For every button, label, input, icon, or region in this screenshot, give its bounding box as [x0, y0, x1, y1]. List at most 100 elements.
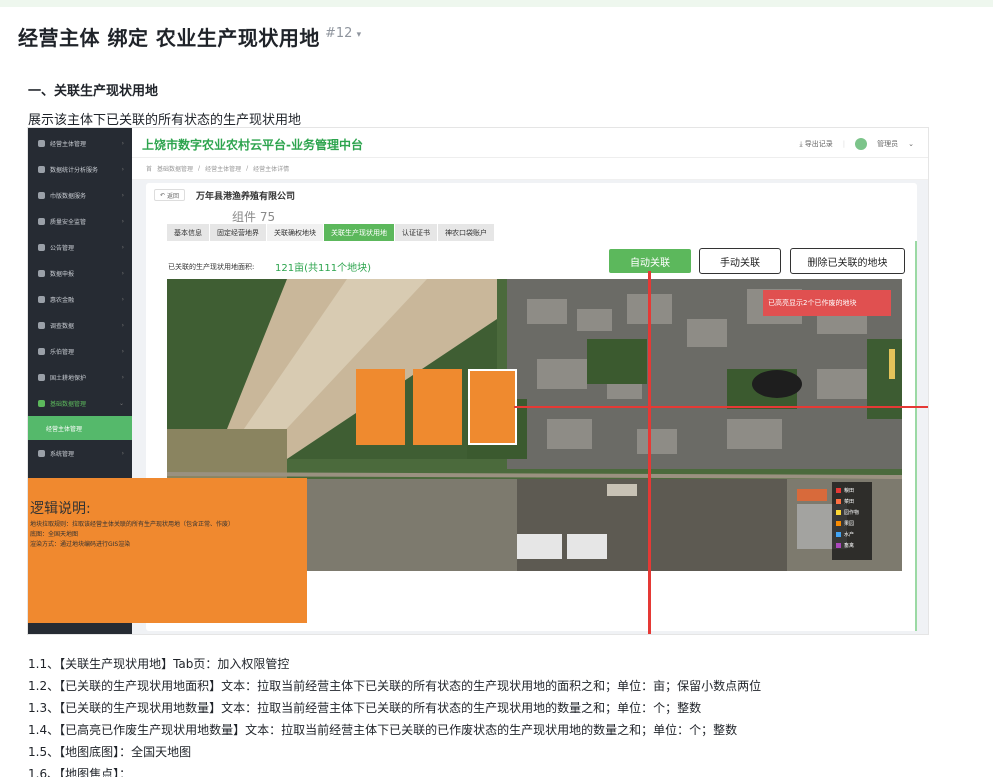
legend-swatch — [836, 543, 841, 548]
tab-pocket-account[interactable]: 神农口袋账户 — [438, 224, 495, 241]
breadcrumb-item[interactable]: 基础数据管理 — [157, 164, 193, 173]
highlighted-plot[interactable] — [468, 369, 517, 445]
data-icon — [38, 191, 45, 199]
shield-icon — [38, 217, 45, 225]
sidebar-item-finance[interactable]: 惠农金融 › — [28, 286, 132, 312]
sidebar-item-label: 经营主体管理 — [50, 140, 87, 148]
sidebar-item-subject[interactable]: 经营主体管理 › — [28, 130, 132, 156]
chevron-right-icon: › — [121, 347, 124, 355]
top-strip — [0, 0, 993, 7]
logic-note-title: 逻辑说明: — [30, 501, 91, 517]
manual-link-button[interactable]: 手动关联 — [699, 248, 781, 274]
tab-bar: 基本信息 固定经营地界 关联确权地块 关联生产现状用地 认证证书 神农口袋账户 — [167, 224, 495, 241]
download-record-button[interactable]: ⤓ 导出记录 — [799, 139, 832, 149]
sidebar-item-label: 调查数据 — [50, 322, 75, 330]
gear-icon — [38, 449, 45, 457]
breadcrumb-separator: / — [198, 165, 201, 172]
building-icon — [38, 139, 45, 147]
sidebar-item-data[interactable]: 巾版数据服务 › — [28, 182, 132, 208]
sidebar-item-basedata[interactable]: 基础数据管理 ⌄ — [28, 390, 132, 416]
issue-badge[interactable]: #12 ▾ — [325, 26, 361, 41]
avatar[interactable] — [855, 138, 868, 150]
tab-basic-info[interactable]: 基本信息 — [167, 224, 210, 241]
sidebar-item-label: 质量安全监管 — [50, 218, 87, 226]
back-arrow-icon: ↶ — [160, 191, 166, 199]
sidebar-item-label: 系统管理 — [50, 450, 75, 458]
legend-item: 水产 — [836, 529, 868, 540]
chevron-right-icon: › — [121, 295, 124, 303]
back-button[interactable]: ↶ 返回 — [154, 189, 185, 201]
sidebar-item-system[interactable]: 系统管理 › — [28, 440, 132, 466]
sidebar-item-label: 国土耕地保护 — [50, 374, 87, 382]
logic-note-line: 渲染方式：通过地块编码进行GIS渲染 — [30, 541, 131, 548]
breadcrumb-current: 经营主体详情 — [253, 166, 290, 173]
list-item: 1.1、【关联生产现状用地】Tab页：加入权限管控 — [28, 657, 290, 671]
legend-label: 水产 — [844, 532, 855, 538]
sidebar-item-notice[interactable]: 公告管理 › — [28, 234, 132, 260]
chevron-down-icon: ▾ — [356, 30, 362, 40]
sidebar-item-label: 惠农金融 — [50, 296, 75, 304]
survey-icon — [38, 321, 45, 329]
sidebar-subitem-subject-manage[interactable]: 经营主体管理 — [28, 416, 132, 440]
chevron-right-icon: › — [121, 217, 124, 225]
sidebar-item-label: 数据申报 — [50, 270, 75, 278]
sidebar-item-report[interactable]: 数据申报 › — [28, 260, 132, 286]
list-item: 1.6、【地图焦点】： — [28, 767, 132, 777]
legend-swatch — [836, 488, 841, 493]
back-button-label: 返回 — [166, 192, 179, 200]
legend-item: 畜禽 — [836, 540, 868, 551]
breadcrumb: 首 基础数据管理 / 经营主体管理 / 经营主体详情 — [132, 158, 928, 180]
manage-icon — [38, 347, 45, 355]
legend-item: 园作物 — [836, 507, 868, 518]
breadcrumb-item[interactable]: 经营主体管理 — [205, 164, 241, 173]
highlighted-plot[interactable] — [413, 369, 462, 445]
tab-certificates[interactable]: 认证证书 — [395, 224, 438, 241]
money-icon — [38, 295, 45, 303]
breadcrumb-home[interactable]: 首 — [146, 164, 152, 173]
chevron-right-icon: › — [121, 449, 124, 457]
list-item: 1.4、【已高亮已作废生产现状用地数量】文本：拉取当前经营主体下已关联的已作废状… — [28, 723, 738, 737]
land-icon — [38, 373, 45, 381]
legend-item: 菜田 — [836, 496, 868, 507]
tab-confirmed-plots[interactable]: 关联确权地块 — [267, 224, 324, 241]
sidebar-item-survey[interactable]: 调查数据 › — [28, 312, 132, 338]
chevron-right-icon: › — [121, 321, 124, 329]
megaphone-icon — [38, 243, 45, 251]
chevron-down-icon[interactable]: ⌄ — [908, 140, 914, 148]
sidebar-item-manage[interactable]: 乐伯管理 › — [28, 338, 132, 364]
app-topbar: 上饶市数字农业农村云平台-业务管理中台 ⤓ 导出记录 | 管理员 ⌄ — [132, 128, 928, 158]
linked-area-value: 121亩(共111个地块) — [275, 263, 371, 274]
highlighted-plot[interactable] — [356, 369, 405, 445]
chevron-right-icon: › — [121, 269, 124, 277]
delete-linked-plots-button[interactable]: 删除已关联的地块 — [790, 248, 905, 274]
app-screenshot: 经营主体管理 › 数据统计分析服务 › 巾版数据服务 › 质量安全监管 › 公告管理 › … — [27, 127, 929, 635]
breadcrumb-separator: / — [246, 165, 249, 172]
tab-fixed-boundary[interactable]: 固定经营地界 — [210, 224, 267, 241]
user-name[interactable]: 管理员 — [877, 139, 898, 149]
sidebar-item-stats[interactable]: 数据统计分析服务 › — [28, 156, 132, 182]
list-item: 1.2、【已关联的生产现状用地面积】文本：拉取当前经营主体下已关联的所有状态的生… — [28, 679, 762, 693]
sidebar-item-label: 乐伯管理 — [50, 348, 75, 356]
section-heading: 一、关联生产现状用地 — [28, 84, 159, 99]
database-icon — [38, 399, 45, 407]
list-item: 1.5、【地图底图】：全国天地图 — [28, 745, 192, 759]
scroll-indicator — [915, 241, 917, 631]
chevron-right-icon: › — [121, 165, 124, 173]
legend-label: 园作物 — [844, 510, 860, 516]
sidebar-item-label: 巾版数据服务 — [50, 192, 87, 200]
auto-link-button[interactable]: 自动关联 — [609, 249, 691, 273]
voided-plots-banner: 已高亮显示2个已作废的地块 — [763, 290, 891, 316]
annotation-line-horizontal — [514, 406, 928, 408]
list-item: 1.3、【已关联的生产现状用地数量】文本：拉取当前经营主体下已关联的所有状态的生… — [28, 701, 702, 715]
sidebar-item-quality[interactable]: 质量安全监管 › — [28, 208, 132, 234]
logic-note: 逻辑说明: 地块拉取规则：拉取该经营主体关联的所有生产现状用地（包含正常、作废）… — [28, 478, 307, 623]
page-title: 经营主体 绑定 农业生产现状用地 — [18, 26, 320, 50]
app-title: 上饶市数字农业农村云平台-业务管理中台 — [142, 138, 363, 152]
sidebar-item-land[interactable]: 国土耕地保护 › — [28, 364, 132, 390]
legend-swatch — [836, 521, 841, 526]
topbar-actions: ⤓ 导出记录 | 管理员 ⌄ — [799, 138, 914, 150]
legend-swatch — [836, 510, 841, 515]
legend-item: 粮田 — [836, 485, 868, 496]
sidebar-item-label: 基础数据管理 — [50, 400, 87, 408]
tab-production-land[interactable]: 关联生产现状用地 — [324, 224, 395, 241]
